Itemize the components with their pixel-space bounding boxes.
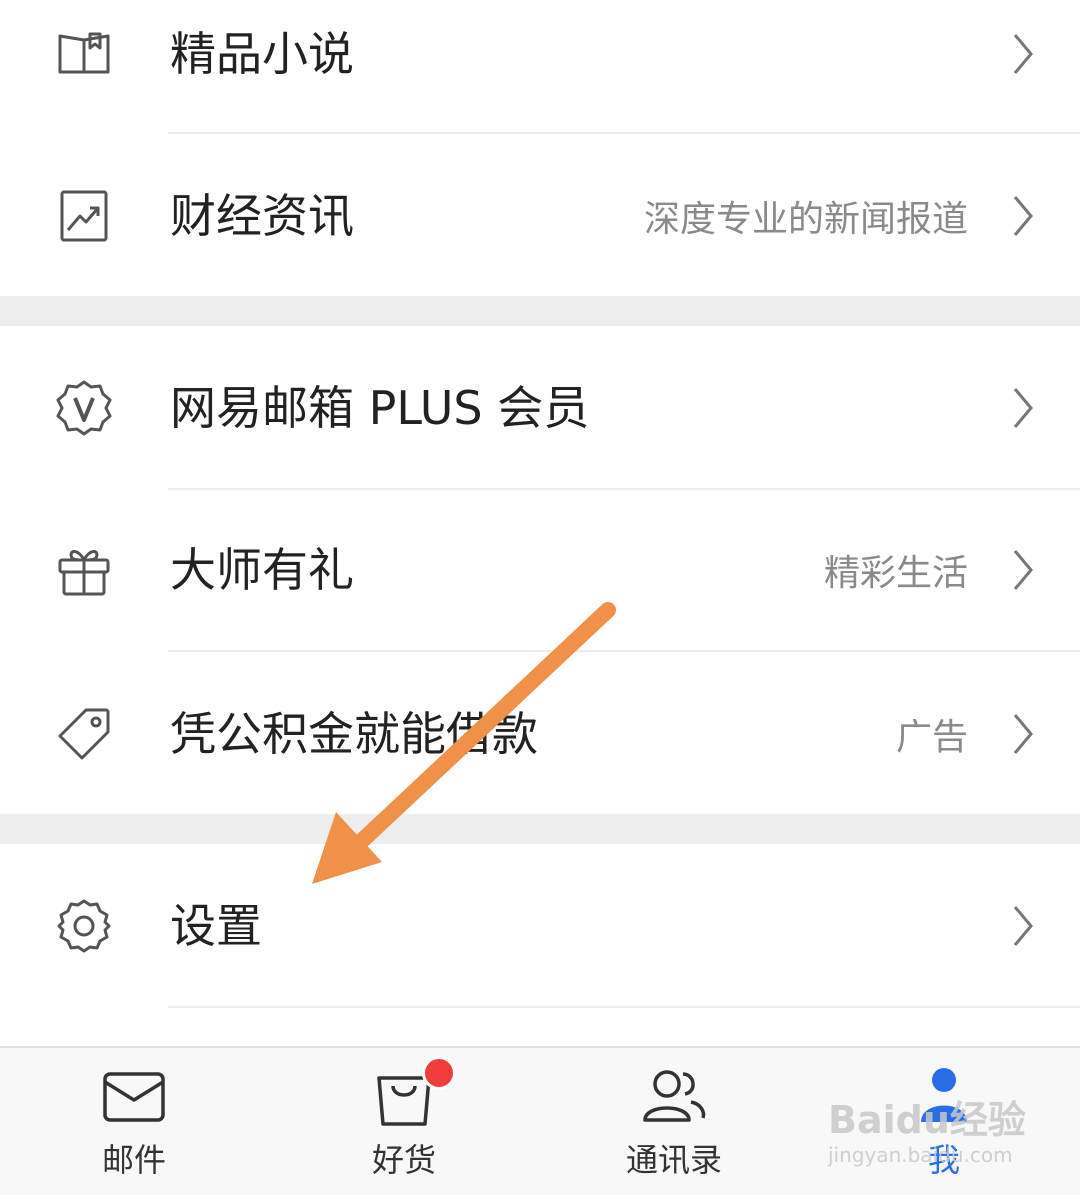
chevron-right-icon	[1012, 194, 1034, 238]
tab-label: 我	[927, 1141, 960, 1179]
gear-icon	[56, 898, 112, 954]
menu-item-subtitle: 精彩生活	[823, 553, 968, 594]
tab-goods[interactable]: 好货	[304, 1048, 504, 1195]
notification-badge	[422, 1056, 456, 1090]
ad-label: 广告	[895, 717, 968, 758]
menu-item-label: 大师有礼	[170, 543, 354, 597]
chevron-right-icon	[1012, 712, 1034, 756]
tab-label: 好货	[371, 1141, 436, 1179]
chevron-right-icon	[1012, 386, 1034, 430]
bottom-tab-bar: 邮件 好货 通讯录 我	[0, 1046, 1080, 1195]
menu-item-label: 精品小说	[170, 27, 354, 81]
menu-item-novels[interactable]: 精品小说	[0, 0, 1080, 132]
section-separator	[0, 296, 1080, 326]
menu-item-settings[interactable]: 设置	[0, 844, 1080, 1006]
chevron-right-icon	[1012, 904, 1034, 948]
mail-icon	[99, 1064, 169, 1130]
chevron-right-icon	[1012, 32, 1034, 76]
section-separator	[0, 814, 1080, 844]
vip-badge-icon	[56, 380, 112, 436]
tag-icon	[56, 706, 112, 762]
book-icon	[56, 26, 112, 82]
tab-label: 邮件	[101, 1141, 166, 1179]
menu-item-subtitle: 深度专业的新闻报道	[643, 199, 968, 240]
menu-item-label: 设置	[170, 899, 262, 953]
menu-item-loan-ad[interactable]: 凭公积金就能借款 广告	[0, 652, 1080, 814]
divider	[168, 1006, 1080, 1008]
menu-item-label: 财经资讯	[170, 189, 354, 243]
tab-mail[interactable]: 邮件	[34, 1048, 234, 1195]
menu-item-master-gift[interactable]: 大师有礼 精彩生活	[0, 490, 1080, 650]
chart-trend-icon	[56, 188, 112, 244]
tab-me[interactable]: 我	[844, 1048, 1044, 1195]
tab-label: 通讯录	[625, 1141, 722, 1179]
contacts-icon	[639, 1064, 709, 1130]
menu-item-plus-membership[interactable]: 网易邮箱 PLUS 会员	[0, 326, 1080, 488]
gift-icon	[56, 542, 112, 598]
menu-item-label: 网易邮箱 PLUS 会员	[170, 381, 590, 435]
chevron-right-icon	[1012, 548, 1034, 592]
menu-item-label: 凭公积金就能借款	[170, 707, 538, 761]
profile-icon	[909, 1064, 979, 1130]
tab-contacts[interactable]: 通讯录	[574, 1048, 774, 1195]
menu-item-finance[interactable]: 财经资讯 深度专业的新闻报道	[0, 134, 1080, 296]
